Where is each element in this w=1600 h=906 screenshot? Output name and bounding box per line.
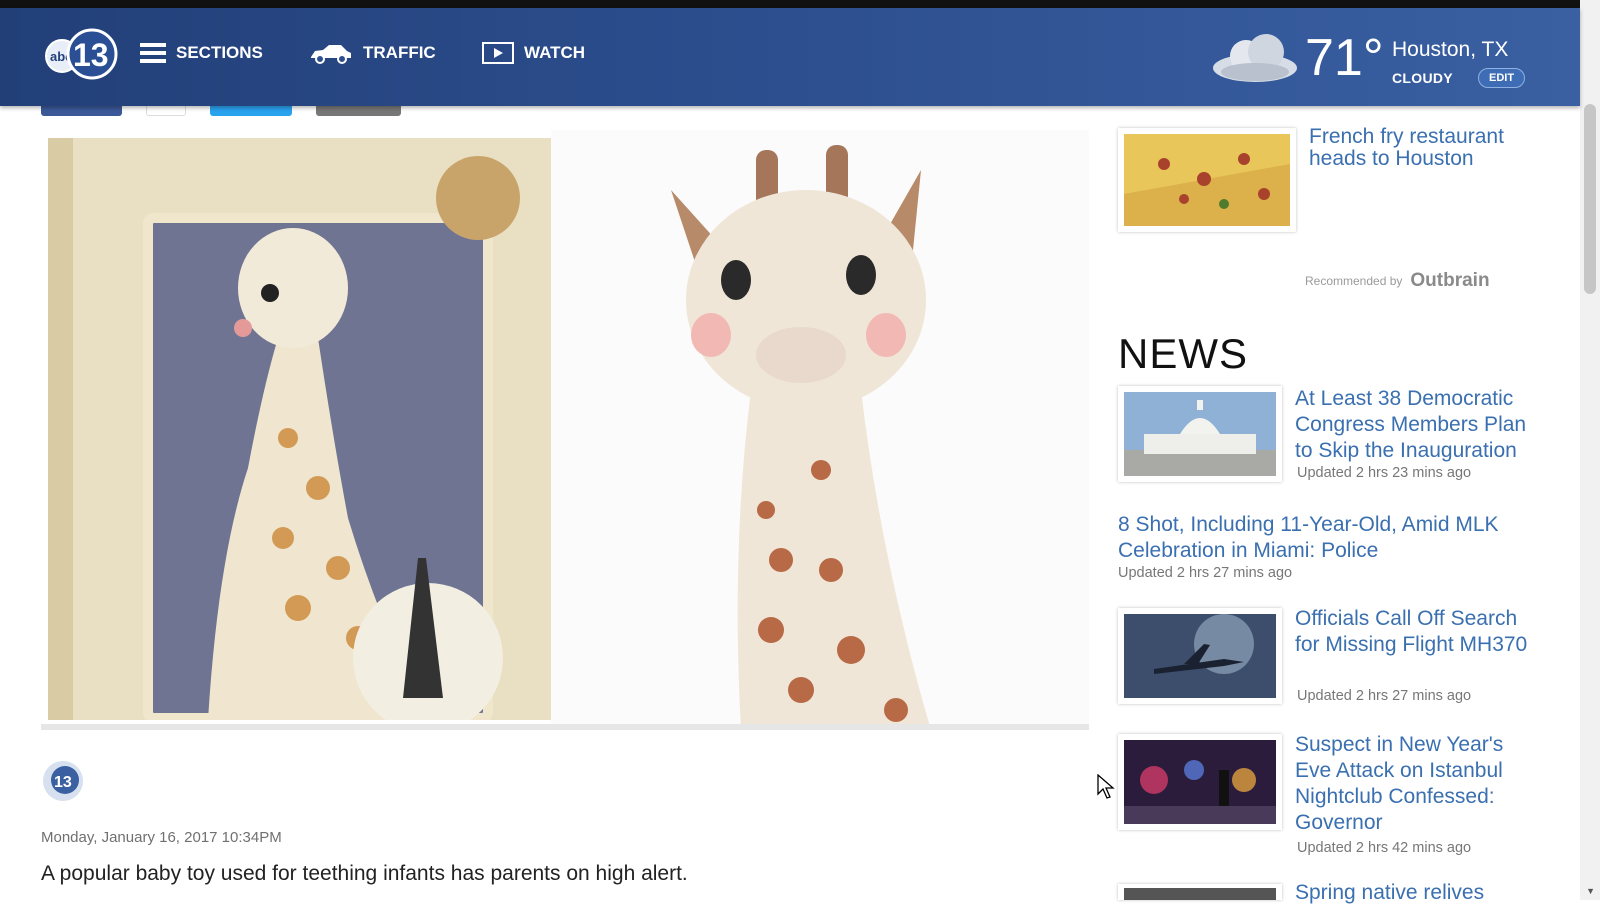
- nightclub-image: [1124, 740, 1276, 824]
- article-hero-image[interactable]: [41, 130, 1089, 730]
- news-item-link[interactable]: Officials Call Off Search for Missing Fl…: [1295, 606, 1545, 658]
- nav-traffic-label: TRAFFIC: [363, 43, 436, 62]
- browser-top-edge: [0, 0, 1580, 8]
- recommended-thumbnail[interactable]: [1118, 128, 1296, 232]
- recommended-by-label: Recommended by: [1305, 274, 1403, 288]
- nav-traffic[interactable]: TRAFFIC: [309, 42, 436, 64]
- svg-text:13: 13: [73, 37, 109, 73]
- abc13-byline-icon: 13: [43, 761, 83, 801]
- abc13-logo[interactable]: abc 13: [42, 26, 122, 82]
- site-header: abc 13 SECTIONS TRAFFIC WATCH 71° Housto…: [0, 8, 1580, 106]
- weather-city: Houston, TX: [1392, 38, 1509, 61]
- nav-watch-label: WATCH: [524, 43, 586, 62]
- scrollbar-thumb[interactable]: [1584, 104, 1596, 294]
- spring-image: [1124, 888, 1276, 900]
- nav-sections-label: SECTIONS: [176, 43, 263, 62]
- temperature: 71°: [1305, 29, 1384, 87]
- svg-text:13: 13: [54, 774, 72, 791]
- article-dateline: Monday, January 16, 2017 10:34PM: [41, 829, 282, 846]
- news-thumbnail-capitol[interactable]: [1118, 386, 1282, 482]
- news-heading: NEWS: [1118, 330, 1248, 377]
- outbrain-attribution[interactable]: Recommended by Outbrain: [1305, 270, 1490, 292]
- outbrain-logo: Outbrain: [1410, 270, 1490, 291]
- plane-image: [1124, 614, 1276, 698]
- news-item-link[interactable]: At Least 38 Democratic Congress Members …: [1295, 386, 1545, 464]
- weather-condition: CLOUDY: [1392, 70, 1453, 86]
- weather-widget[interactable]: 71° Houston, TX CLOUDY EDIT: [1210, 26, 1540, 96]
- news-item-link[interactable]: Spring native relives: [1295, 880, 1545, 906]
- fries-image: [1124, 134, 1290, 226]
- news-item-link[interactable]: Suspect in New Year's Eve Attack on Ista…: [1295, 732, 1545, 836]
- news-item-updated: Updated 2 hrs 42 mins ago: [1297, 840, 1472, 856]
- cloud-icon: [1213, 34, 1297, 82]
- scrollbar[interactable]: ▼: [1580, 0, 1600, 900]
- news-thumbnail-plane[interactable]: [1118, 608, 1282, 704]
- giraffe-toy-closeup-image: [551, 130, 1089, 724]
- nav-sections[interactable]: SECTIONS: [140, 42, 263, 64]
- mouse-cursor-icon: [1097, 774, 1115, 799]
- play-icon: [482, 42, 514, 64]
- weather-edit-button[interactable]: EDIT: [1478, 68, 1526, 88]
- scroll-down-arrow-icon[interactable]: ▼: [1586, 886, 1595, 896]
- article-lead: A popular baby toy used for teething inf…: [41, 862, 688, 885]
- capitol-image: [1124, 392, 1276, 476]
- news-item-updated: Updated 2 hrs 27 mins ago: [1297, 688, 1472, 704]
- car-icon: [311, 45, 351, 64]
- news-item-updated: Updated 2 hrs 27 mins ago: [1118, 565, 1293, 581]
- news-thumbnail-istanbul[interactable]: [1118, 734, 1282, 830]
- hamburger-icon: [140, 43, 166, 63]
- news-item-link[interactable]: 8 Shot, Including 11-Year-Old, Amid MLK …: [1118, 512, 1548, 564]
- news-thumbnail-spring[interactable]: [1118, 884, 1282, 900]
- recommended-link[interactable]: French fry restaurant heads to Houston: [1309, 126, 1544, 170]
- nav-watch[interactable]: WATCH: [482, 42, 585, 64]
- news-item-updated: Updated 2 hrs 23 mins ago: [1297, 465, 1472, 481]
- giraffe-toy-box-image: [48, 138, 551, 720]
